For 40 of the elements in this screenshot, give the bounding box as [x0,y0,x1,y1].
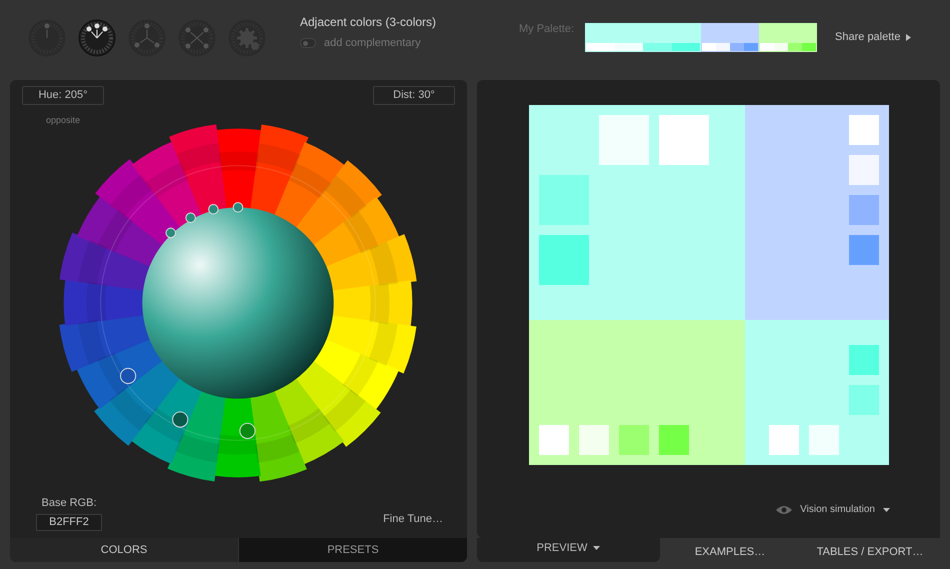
color-swatch [768,425,798,455]
color-swatch [598,115,648,165]
caret-icon [593,546,600,550]
color-swatch [848,385,878,415]
base-rgb-label: Base RGB: [41,496,97,510]
color-swatch [848,155,878,185]
opposite-label: opposite [46,114,80,127]
complementary-label: add complementary [324,36,421,51]
color-swatch [538,235,588,285]
complementary-toggle[interactable] [300,38,316,48]
color-wheel-drawing[interactable] [58,123,418,483]
caret-icon [883,508,890,512]
caret-icon [906,34,912,40]
panel-tab[interactable]: COLORS [10,538,238,562]
color-swatch [658,425,688,455]
fine-tune-button[interactable]: Fine Tune… [383,510,443,527]
palette-strip[interactable] [585,22,818,52]
base-rgb-field[interactable]: B2FFF2 [36,514,102,531]
eye-icon [776,504,792,514]
panel-tab[interactable]: PREVIEW [477,538,660,562]
color-swatch [808,425,838,455]
scheme-title: Adjacent colors (3-colors) [300,14,436,31]
color-swatch [848,115,878,145]
color-swatch [848,235,878,265]
harmony-dial-icon[interactable] [78,19,116,57]
panel-tab[interactable]: PRESETS [238,538,467,562]
color-swatch [538,175,588,225]
panel-tab[interactable]: EXAMPLES… [660,538,800,562]
share-palette-button[interactable]: Share palette [835,28,912,46]
dist-field[interactable]: Dist: 30° [373,86,455,105]
color-swatch [848,195,878,225]
vision-simulation-button[interactable]: Vision simulation [776,502,890,517]
color-swatch [618,425,648,455]
panel-tab[interactable]: TABLES / EXPORT… [800,538,940,562]
color-swatch [538,425,568,455]
hue-field[interactable]: Hue: 205° [22,86,104,105]
gear-dial-icon[interactable] [228,19,266,57]
color-swatch [578,425,608,455]
color-swatch [658,115,708,165]
color-swatch [848,345,878,375]
